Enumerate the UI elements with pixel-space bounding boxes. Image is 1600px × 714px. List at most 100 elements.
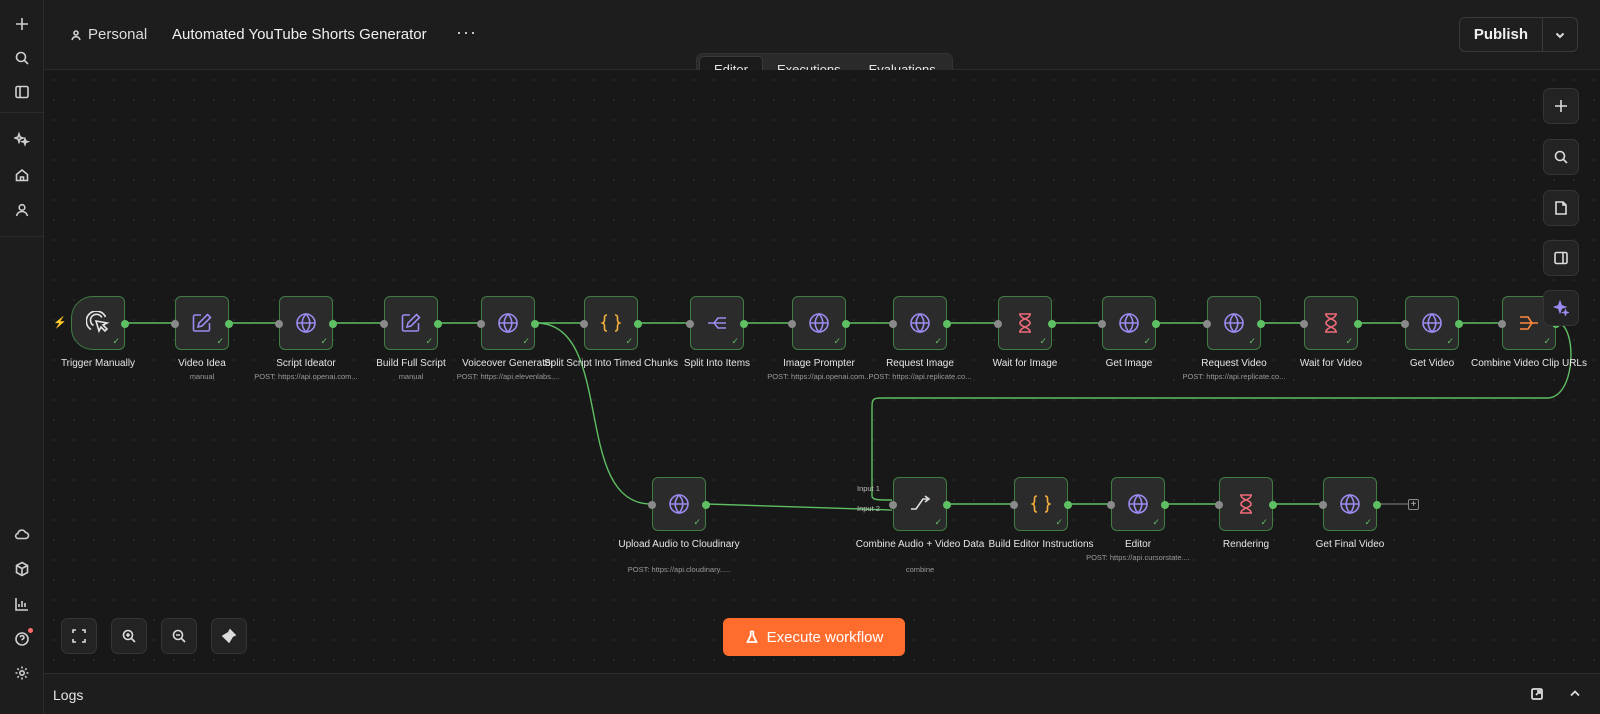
input-port[interactable] bbox=[686, 320, 694, 328]
node-split-script-into-timed-chunks[interactable]: ✓ bbox=[580, 296, 642, 350]
home-icon[interactable] bbox=[12, 165, 32, 185]
node-wait-for-image[interactable]: ✓ bbox=[994, 296, 1056, 350]
node-upload-audio-to-cloudinary[interactable]: ✓ bbox=[648, 477, 710, 531]
add-node-button[interactable] bbox=[1543, 88, 1579, 124]
node-get-final-video[interactable]: ✓ bbox=[1319, 477, 1381, 531]
input-port[interactable] bbox=[1203, 320, 1211, 328]
input-port[interactable] bbox=[1107, 501, 1115, 509]
node-get-image[interactable]: ✓ bbox=[1098, 296, 1160, 350]
output-port[interactable] bbox=[1269, 501, 1277, 509]
output-port[interactable] bbox=[1455, 320, 1463, 328]
node-request-video[interactable]: ✓ bbox=[1203, 296, 1265, 350]
input-port[interactable] bbox=[1098, 320, 1106, 328]
zoom-out-button[interactable] bbox=[161, 618, 197, 654]
external-window-icon bbox=[1531, 688, 1543, 700]
add-icon[interactable] bbox=[12, 14, 32, 34]
toggle-panel-button[interactable] bbox=[1543, 240, 1579, 276]
output-port[interactable] bbox=[121, 320, 129, 328]
chevron-down-icon bbox=[1555, 32, 1565, 38]
node-video-idea[interactable]: ✓ bbox=[171, 296, 233, 350]
output-port[interactable] bbox=[634, 320, 642, 328]
sparkles-icon[interactable] bbox=[12, 130, 32, 150]
output-port[interactable] bbox=[943, 501, 951, 509]
project-breadcrumb[interactable]: Personal bbox=[70, 26, 147, 43]
pop-out-logs-button[interactable] bbox=[1530, 687, 1544, 701]
settings-gear-icon[interactable] bbox=[12, 663, 32, 683]
node-voiceover-generator[interactable]: ✓ bbox=[477, 296, 539, 350]
input-port[interactable] bbox=[1215, 501, 1223, 509]
output-port[interactable] bbox=[943, 320, 951, 328]
output-port[interactable] bbox=[1161, 501, 1169, 509]
node-wait-for-video[interactable]: ✓ bbox=[1300, 296, 1362, 350]
output-port[interactable] bbox=[1152, 320, 1160, 328]
output-port[interactable] bbox=[740, 320, 748, 328]
more-options-button[interactable]: ··· bbox=[456, 22, 477, 43]
input-port[interactable] bbox=[1498, 320, 1506, 328]
package-icon[interactable] bbox=[12, 559, 32, 579]
node-combine-audio-video-data[interactable]: ✓ bbox=[889, 477, 951, 531]
input-port[interactable] bbox=[788, 320, 796, 328]
node-editor[interactable]: ✓ bbox=[1107, 477, 1169, 531]
output-port[interactable] bbox=[225, 320, 233, 328]
ai-assistant-button[interactable] bbox=[1543, 290, 1579, 326]
node-build-editor-instructions[interactable]: ✓ bbox=[1010, 477, 1072, 531]
hourglass-icon bbox=[1019, 313, 1031, 333]
input-port[interactable] bbox=[580, 320, 588, 328]
node-request-image[interactable]: ✓ bbox=[889, 296, 951, 350]
help-icon[interactable] bbox=[12, 628, 33, 649]
globe-icon bbox=[498, 312, 518, 334]
search-nodes-button[interactable] bbox=[1543, 139, 1579, 175]
node-trigger-manually[interactable]: ✓ bbox=[71, 296, 129, 350]
output-port[interactable] bbox=[1354, 320, 1362, 328]
zoom-in-button[interactable] bbox=[111, 618, 147, 654]
insights-chart-icon[interactable] bbox=[12, 594, 32, 614]
input-port[interactable] bbox=[171, 320, 179, 328]
execute-workflow-button[interactable]: Execute workflow bbox=[723, 618, 905, 656]
input-port[interactable] bbox=[889, 320, 897, 328]
output-port[interactable] bbox=[1257, 320, 1265, 328]
input-port[interactable] bbox=[994, 320, 1002, 328]
success-check-icon: ✓ bbox=[1543, 336, 1551, 346]
user-icon[interactable] bbox=[12, 200, 32, 220]
add-node-plus-icon[interactable]: + bbox=[1408, 499, 1419, 510]
output-port[interactable] bbox=[702, 501, 710, 509]
output-port[interactable] bbox=[842, 320, 850, 328]
sticky-note-button[interactable] bbox=[1543, 190, 1579, 226]
input-port[interactable] bbox=[648, 501, 656, 509]
globe-icon bbox=[296, 312, 316, 334]
node-rendering[interactable]: ✓ bbox=[1215, 477, 1277, 531]
cloud-icon[interactable] bbox=[12, 524, 32, 544]
input-port[interactable] bbox=[477, 320, 485, 328]
input-port[interactable] bbox=[380, 320, 388, 328]
output-port[interactable] bbox=[434, 320, 442, 328]
input-port[interactable] bbox=[275, 320, 283, 328]
publish-button[interactable]: Publish bbox=[1460, 18, 1543, 51]
expand-logs-button[interactable] bbox=[1568, 687, 1582, 701]
workflow-title[interactable]: Automated YouTube Shorts Generator bbox=[172, 26, 427, 43]
node-build-full-script[interactable]: ✓ bbox=[380, 296, 442, 350]
publish-options-button[interactable] bbox=[1543, 18, 1577, 51]
logs-panel[interactable]: Logs bbox=[44, 673, 1600, 714]
output-port[interactable] bbox=[1373, 501, 1381, 509]
sidebar-toggle-icon[interactable] bbox=[12, 82, 32, 102]
node-subtitle: combine bbox=[905, 565, 935, 574]
node-split-into-items[interactable]: ✓ bbox=[686, 296, 748, 350]
input-port[interactable] bbox=[1300, 320, 1308, 328]
output-port[interactable] bbox=[1048, 320, 1056, 328]
input-port[interactable] bbox=[1319, 501, 1327, 509]
output-port[interactable] bbox=[1064, 501, 1072, 509]
node-image-prompter[interactable]: ✓ bbox=[788, 296, 850, 350]
input-port[interactable] bbox=[1401, 320, 1409, 328]
node-get-video[interactable]: ✓ bbox=[1401, 296, 1463, 350]
node-script-ideator[interactable]: ✓ bbox=[275, 296, 337, 350]
output-port[interactable] bbox=[531, 320, 539, 328]
input-port[interactable] bbox=[1010, 501, 1018, 509]
fit-view-button[interactable] bbox=[61, 618, 97, 654]
input-port[interactable] bbox=[889, 501, 897, 509]
search-icon[interactable] bbox=[12, 48, 32, 68]
success-check-icon: ✓ bbox=[1260, 517, 1268, 527]
tidy-up-button[interactable] bbox=[211, 618, 247, 654]
output-port[interactable] bbox=[329, 320, 337, 328]
success-check-icon: ✓ bbox=[1446, 336, 1454, 346]
node-subtitle: POST: https://api.replicate.co... bbox=[868, 372, 972, 381]
